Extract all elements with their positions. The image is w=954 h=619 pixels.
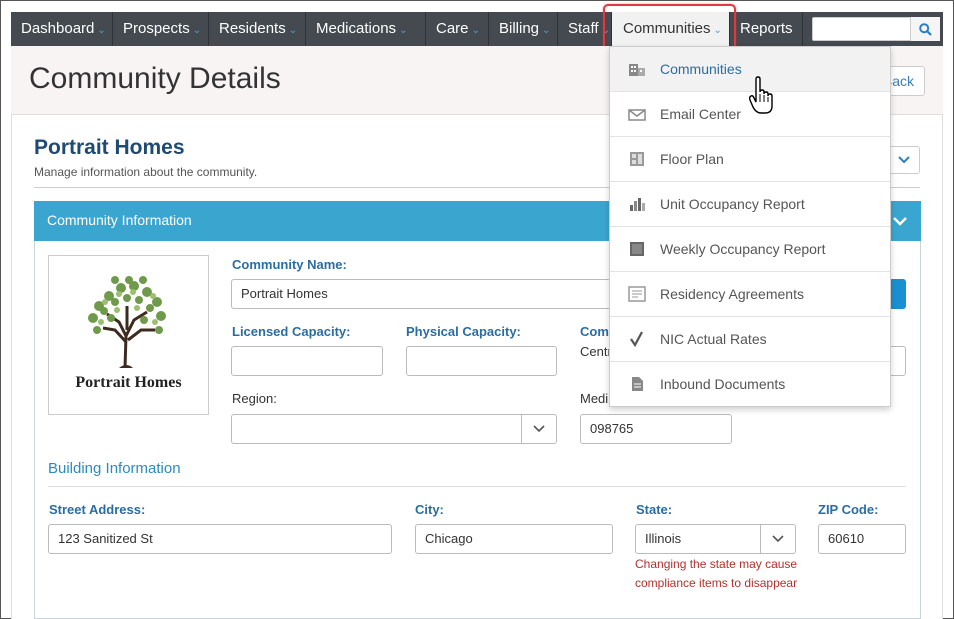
menu-item-inbound-documents[interactable]: Inbound Documents	[610, 362, 890, 407]
medicaid-label: Medi	[580, 391, 609, 406]
nav-item-residents[interactable]: Residents ⌄	[209, 12, 306, 46]
licensed-capacity-label: Licensed Capacity:	[232, 324, 351, 339]
chevron-down-icon: ⌄	[97, 25, 106, 36]
chevron-down-icon: ⌄	[288, 25, 298, 36]
document-icon	[628, 286, 646, 302]
tree-logo-icon	[88, 276, 166, 369]
main-navbar: Dashboard ⌄ Prospects ⌄ Residents ⌄ Medicat…	[11, 12, 943, 46]
divider	[48, 486, 906, 487]
menu-item-label: Inbound Documents	[660, 376, 786, 392]
nav-label: Billing	[499, 20, 540, 37]
nav-item-care[interactable]: Care ⌄	[426, 12, 489, 46]
page-title: Community Details	[29, 62, 281, 95]
nav-label: Medications	[316, 20, 397, 37]
region-select[interactable]	[231, 414, 557, 444]
nav-item-communities[interactable]: Communities ⌄	[612, 12, 730, 46]
collapse-toggle-button[interactable]	[888, 146, 920, 174]
state-select[interactable]: Illinois	[635, 524, 796, 554]
chevron-down-icon: ⌄	[601, 25, 610, 36]
chevron-down-icon	[898, 156, 910, 164]
nav-item-prospects[interactable]: Prospects ⌄	[113, 12, 209, 46]
logo-text: Portrait Homes	[75, 374, 182, 391]
chevron-down-icon	[533, 425, 545, 433]
community-type-value: Centr	[580, 344, 612, 359]
select-arrow	[521, 415, 556, 443]
chevron-down-icon: ⌄	[471, 25, 480, 36]
chevron-down-icon[interactable]	[890, 211, 910, 231]
medicaid-input[interactable]: 098765	[580, 414, 732, 444]
select-arrow	[760, 525, 795, 553]
nav-label: Reports	[740, 20, 793, 37]
city-label: City:	[415, 502, 444, 517]
physical-capacity-input[interactable]	[406, 346, 557, 376]
state-label: State:	[636, 502, 673, 517]
zip-code-input[interactable]: 60610	[818, 524, 906, 554]
building-icon	[629, 64, 645, 76]
nav-item-reports[interactable]: Reports	[730, 12, 803, 46]
floor-plan-icon	[630, 152, 644, 166]
bar-chart-icon	[630, 198, 645, 211]
street-address-input[interactable]: 123 Sanitized St	[48, 524, 392, 554]
menu-item-label: Email Center	[660, 106, 741, 122]
menu-item-residency-agreements[interactable]: Residency Agreements	[610, 272, 890, 317]
menu-item-floor-plan[interactable]: Floor Plan	[610, 137, 890, 182]
nav-label: Residents	[219, 20, 286, 37]
state-value: Illinois	[645, 531, 682, 546]
nav-label: Care	[436, 20, 469, 37]
chevron-down-icon	[772, 535, 784, 543]
zip-code-label: ZIP Code:	[818, 502, 879, 517]
chevron-down-icon: ⌄	[192, 25, 202, 36]
hand-cursor-icon	[748, 76, 773, 114]
licensed-capacity-input[interactable]	[231, 346, 383, 376]
inbound-document-icon	[632, 377, 643, 391]
checkmark-icon	[630, 331, 643, 347]
region-label: Region:	[232, 391, 277, 406]
menu-item-label: Residency Agreements	[660, 286, 804, 302]
community-name-heading: Portrait Homes	[34, 136, 185, 159]
chevron-down-icon: ⌄	[713, 25, 722, 36]
nav-label: Prospects	[123, 20, 190, 37]
nav-item-billing[interactable]: Billing ⌄	[489, 12, 558, 46]
menu-item-unit-occupancy-report[interactable]: Unit Occupancy Report	[610, 182, 890, 227]
community-name-input[interactable]: Portrait Homes	[231, 279, 611, 309]
menu-item-weekly-occupancy-report[interactable]: Weekly Occupancy Report	[610, 227, 890, 272]
menu-item-label: Weekly Occupancy Report	[660, 241, 826, 257]
menu-item-nic-actual-rates[interactable]: NIC Actual Rates	[610, 317, 890, 362]
community-description: Manage information about the community.	[34, 165, 258, 179]
nav-item-staff[interactable]: Staff ⌄	[558, 12, 612, 46]
panel-title: Community Information	[47, 212, 192, 228]
city-input[interactable]: Chicago	[415, 524, 613, 554]
nav-label: Staff	[568, 20, 599, 37]
chevron-down-icon: ⌄	[399, 25, 408, 36]
nav-label: Dashboard	[21, 20, 95, 37]
menu-item-label: Floor Plan	[660, 151, 724, 167]
search-icon	[919, 22, 932, 36]
nav-item-medications[interactable]: Medications ⌄	[306, 12, 426, 46]
community-type-label: Com	[580, 324, 609, 339]
community-name-label: Community Name:	[232, 257, 347, 272]
menu-item-label: Unit Occupancy Report	[660, 196, 805, 212]
search-button[interactable]	[910, 17, 940, 41]
physical-capacity-label: Physical Capacity:	[406, 324, 521, 339]
street-address-label: Street Address:	[49, 502, 146, 517]
upload-button[interactable]	[890, 279, 906, 309]
community-logo[interactable]: Portrait Homes	[48, 255, 209, 415]
menu-item-label: Communities	[660, 61, 742, 77]
state-warning-text: Changing the state may cause compliance …	[635, 557, 798, 590]
chevron-down-icon: ⌄	[542, 25, 551, 36]
envelope-icon	[628, 109, 646, 121]
menu-item-label: NIC Actual Rates	[660, 331, 767, 347]
nav-item-dashboard[interactable]: Dashboard ⌄	[11, 12, 113, 46]
nav-label: Communities	[623, 20, 711, 37]
building-info-title: Building Information	[48, 460, 181, 477]
report-icon	[630, 242, 644, 256]
